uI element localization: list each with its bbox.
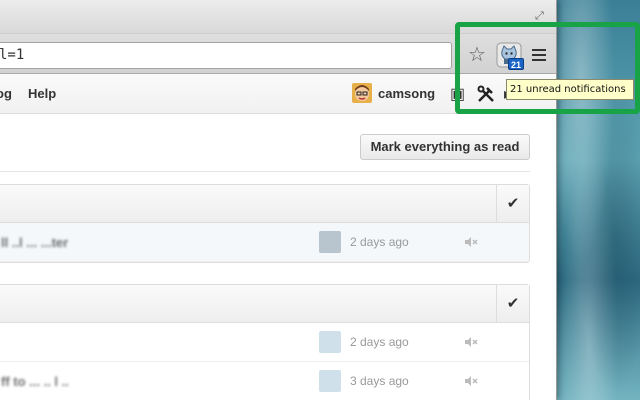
notification-group: ✔ 2 days ago ff to ... .. l .. 3 days ag…	[0, 284, 530, 400]
address-bar[interactable]: l=1	[0, 42, 452, 69]
avatar[interactable]	[352, 83, 372, 103]
notification-time: 2 days ago	[350, 235, 409, 249]
notification-group: ✔ ll ..l ... ...ter 2 days ago	[0, 184, 530, 263]
username-link[interactable]: camsong	[378, 86, 435, 101]
notification-title[interactable]: ll ..l ... ...ter	[1, 235, 68, 250]
divider	[0, 171, 530, 172]
mark-group-read-check-icon[interactable]: ✔	[496, 185, 529, 222]
mark-all-read-button[interactable]: Mark everything as read	[360, 134, 530, 160]
highlight-annotation-box	[455, 22, 640, 114]
nav-item-help[interactable]: Help	[28, 86, 56, 101]
mute-icon[interactable]	[463, 234, 479, 250]
list-item[interactable]: ll ..l ... ...ter 2 days ago	[0, 223, 529, 262]
avatar	[319, 231, 341, 253]
group-header: ✔	[0, 285, 529, 323]
avatar	[319, 331, 341, 353]
fullscreen-icon[interactable]: ⤢	[535, 10, 547, 22]
notification-time: 3 days ago	[350, 374, 409, 388]
mute-icon[interactable]	[463, 373, 479, 389]
nav-item-blog[interactable]: og	[0, 86, 12, 101]
list-item[interactable]: 2 days ago	[0, 323, 529, 362]
mark-group-read-check-icon[interactable]: ✔	[496, 285, 529, 322]
group-header: ✔	[0, 185, 529, 223]
extension-tooltip: 21 unread notifications	[506, 79, 634, 100]
avatar	[319, 370, 341, 392]
notification-time: 2 days ago	[350, 335, 409, 349]
notification-title[interactable]: ff to ... .. l ..	[1, 374, 69, 389]
list-item[interactable]: ff to ... .. l .. 3 days ago	[0, 362, 529, 400]
notifications-content: Mark everything as read ✔ ll ..l ... ...…	[0, 114, 556, 400]
mute-icon[interactable]	[463, 334, 479, 350]
